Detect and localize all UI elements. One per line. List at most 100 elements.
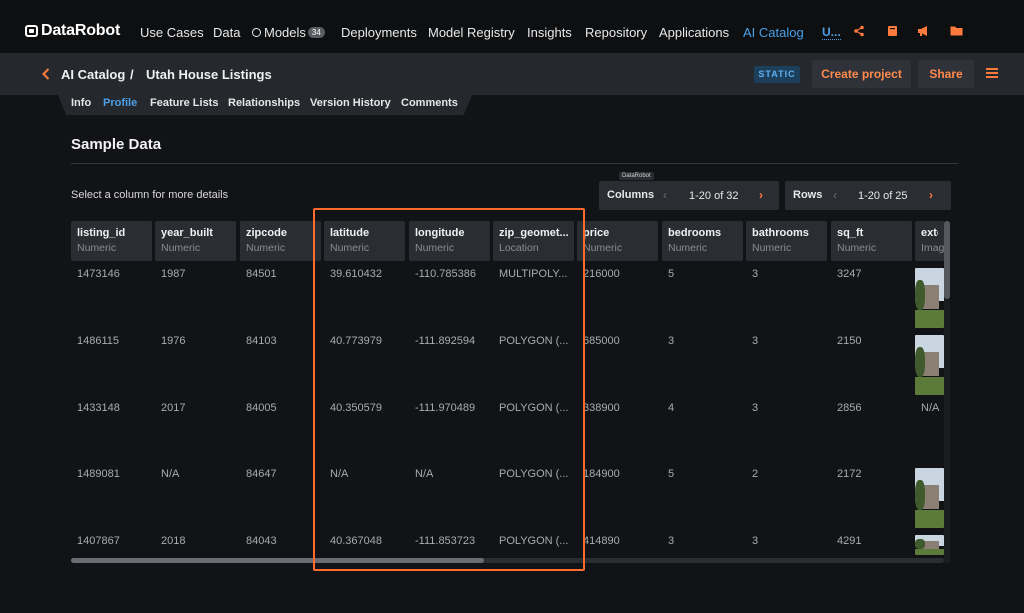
- table-cell: -111.853723: [415, 535, 476, 547]
- nav-ai-catalog[interactable]: AI Catalog: [743, 25, 804, 40]
- column-type: Imag: [921, 242, 944, 254]
- megaphone-icon[interactable]: [916, 25, 930, 39]
- column-type: Numeric: [77, 242, 117, 254]
- rows-next-icon[interactable]: ›: [929, 188, 933, 202]
- nav-use-cases[interactable]: Use Cases: [140, 25, 204, 40]
- column-type: Numeric: [415, 242, 455, 254]
- nav-data[interactable]: Data: [213, 25, 240, 40]
- table-cell: 1407867: [77, 535, 120, 547]
- columns-pager-label: Columns: [607, 189, 655, 201]
- table-cell: 1473146: [77, 268, 120, 280]
- nav-applications[interactable]: Applications: [659, 25, 729, 40]
- table-cell: 3: [752, 268, 759, 280]
- table-cell: 3: [668, 535, 675, 547]
- brand-name: DataRobot: [41, 22, 121, 39]
- house-thumbnail-image[interactable]: [915, 335, 944, 395]
- user-menu[interactable]: U...: [822, 25, 841, 40]
- folder-icon[interactable]: [949, 25, 963, 39]
- column-header[interactable]: bedrooms Numeric: [662, 221, 743, 261]
- nav-models[interactable]: Models 34: [252, 25, 325, 40]
- column-name: listing_id: [77, 227, 126, 239]
- table-cell: 1489081: [77, 468, 120, 480]
- column-header[interactable]: price Numeric: [577, 221, 658, 261]
- column-type: Numeric: [246, 242, 286, 254]
- menu-icon[interactable]: [986, 68, 998, 78]
- nav-insights[interactable]: Insights: [527, 25, 572, 40]
- table-cell: 685000: [583, 335, 620, 347]
- models-icon: [252, 28, 261, 37]
- table-cell: 1976: [161, 335, 186, 347]
- models-count-badge: 34: [307, 27, 325, 38]
- breadcrumb-current: Utah House Listings: [146, 67, 272, 82]
- table-cell: 84005: [246, 402, 277, 414]
- breadcrumb-parent[interactable]: AI Catalog: [61, 67, 125, 82]
- columns-next-icon[interactable]: ›: [759, 188, 763, 202]
- house-thumbnail-image[interactable]: [915, 468, 944, 528]
- column-name: bedrooms: [668, 227, 722, 239]
- column-name: year_built: [161, 227, 213, 239]
- table-cell: POLYGON (...: [499, 535, 569, 547]
- column-header[interactable]: longitude Numeric: [409, 221, 490, 261]
- table-cell: 40.350579: [330, 402, 382, 414]
- column-header[interactable]: zip_geomet... Location: [493, 221, 574, 261]
- column-header[interactable]: listing_id Numeric: [71, 221, 152, 261]
- back-chevron-icon[interactable]: [42, 67, 50, 83]
- column-type: Numeric: [583, 242, 623, 254]
- brand-logo[interactable]: DataRobot: [25, 22, 120, 40]
- horizontal-scrollbar[interactable]: [71, 558, 484, 563]
- columns-prev-icon[interactable]: ‹: [663, 188, 667, 202]
- column-header[interactable]: sq_ft Numeric: [831, 221, 912, 261]
- column-name: sq_ft: [837, 227, 864, 239]
- nav-model-registry[interactable]: Model Registry: [428, 25, 515, 40]
- tab-profile[interactable]: Profile: [103, 97, 137, 109]
- table-cell: 2018: [161, 535, 186, 547]
- column-header[interactable]: exte Imag: [915, 221, 944, 261]
- table-cell: 3: [668, 335, 675, 347]
- tab-feature-lists[interactable]: Feature Lists: [150, 97, 218, 109]
- columns-pager-range: 1-20 of 32: [689, 190, 739, 202]
- table-cell: POLYGON (...: [499, 335, 569, 347]
- column-header[interactable]: zipcode Numeric: [240, 221, 321, 261]
- table-cell: POLYGON (...: [499, 468, 569, 480]
- vertical-scrollbar[interactable]: [944, 221, 950, 299]
- section-title: Sample Data: [71, 136, 162, 153]
- column-type: Numeric: [330, 242, 370, 254]
- nav-repository[interactable]: Repository: [585, 25, 647, 40]
- table-cell: 84647: [246, 468, 277, 480]
- tab-relationships[interactable]: Relationships: [228, 97, 300, 109]
- nav-deployments[interactable]: Deployments: [341, 25, 417, 40]
- table-cell: 4: [668, 402, 675, 414]
- table-cell: 39.610432: [330, 268, 382, 280]
- rows-pager-label: Rows: [793, 189, 823, 201]
- table-cell: 216000: [583, 268, 620, 280]
- table-cell: 84043: [246, 535, 277, 547]
- rows-prev-icon[interactable]: ‹: [833, 188, 837, 202]
- table-cell: 414890: [583, 535, 620, 547]
- create-project-button[interactable]: Create project: [812, 60, 911, 88]
- book-icon[interactable]: [885, 25, 899, 39]
- column-header[interactable]: bathrooms Numeric: [746, 221, 827, 261]
- table-cell: 1433148: [77, 402, 120, 414]
- house-thumbnail-image[interactable]: [915, 268, 944, 328]
- column-name: longitude: [415, 227, 465, 239]
- table-cell: MULTIPOLY...: [499, 268, 568, 280]
- column-name: exte: [921, 227, 938, 239]
- share-button[interactable]: Share: [918, 60, 974, 88]
- table-cell: -110.785386: [415, 268, 476, 280]
- column-name: zip_geomet...: [499, 227, 568, 239]
- column-type: Numeric: [161, 242, 201, 254]
- share-icon[interactable]: [852, 25, 866, 39]
- table-cell: 184900: [583, 468, 620, 480]
- house-thumbnail-image[interactable]: [915, 535, 944, 555]
- column-header[interactable]: year_built Numeric: [155, 221, 236, 261]
- column-name: zipcode: [246, 227, 287, 239]
- table-cell: 40.773979: [330, 335, 382, 347]
- tab-comments[interactable]: Comments: [401, 97, 458, 109]
- tab-version-history[interactable]: Version History: [310, 97, 391, 109]
- table-cell: 1486115: [77, 335, 120, 347]
- column-header[interactable]: latitude Numeric: [324, 221, 405, 261]
- tab-info[interactable]: Info: [71, 97, 91, 109]
- table-cell: 84103: [246, 335, 277, 347]
- table-cell: 5: [668, 268, 675, 280]
- table-cell: 4291: [837, 535, 862, 547]
